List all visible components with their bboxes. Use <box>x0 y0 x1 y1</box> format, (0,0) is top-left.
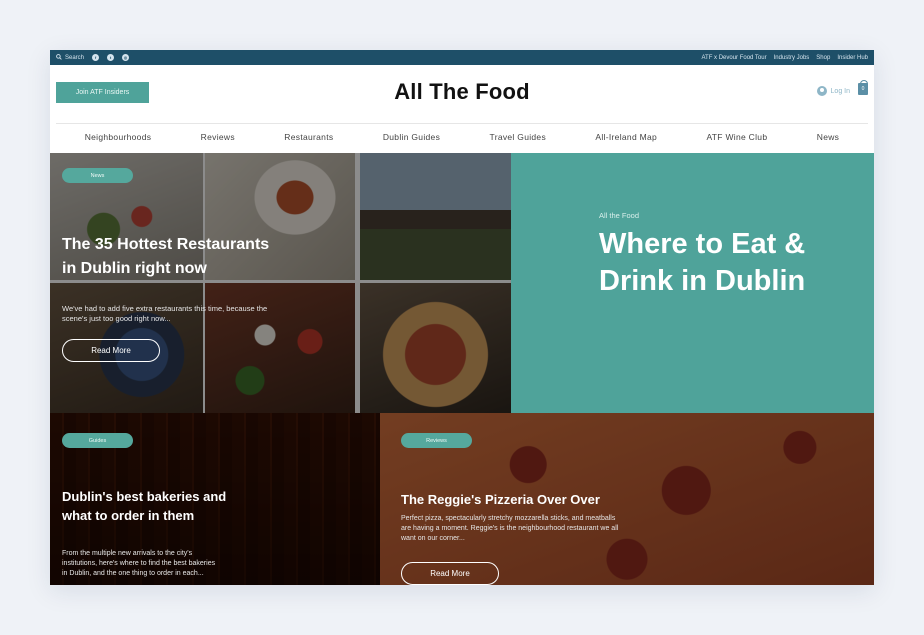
hero-image-mosaic[interactable] <box>50 153 511 413</box>
top-bar-links: ATF x Devour Food Tour Industry Jobs Sho… <box>701 55 868 61</box>
link-industry-jobs[interactable]: Industry Jobs <box>774 55 810 61</box>
link-shop[interactable]: Shop <box>816 55 830 61</box>
article-row: Guides Dublin's best bakeries and what t… <box>50 413 874 585</box>
hero-article-title[interactable]: The 35 Hottest Restaurants in Dublin rig… <box>62 233 277 281</box>
feature-panel[interactable]: All the Food Where to Eat & Drink in Dub… <box>511 153 874 413</box>
pizzeria-article-description: Perfect pizza, spectacularly stretchy mo… <box>401 515 619 542</box>
top-bar-left: Search f t ◎ <box>56 53 130 62</box>
hero-read-more-button[interactable]: Read More <box>62 339 160 362</box>
user-icon <box>816 86 827 96</box>
nav-all-ireland-map[interactable]: All-Ireland Map <box>595 132 657 142</box>
search-icon <box>56 53 62 62</box>
nav-reviews[interactable]: Reviews <box>201 132 235 142</box>
site-title[interactable]: All The Food <box>50 79 874 105</box>
site-header: Join ATF Insiders All The Food Log In 0 <box>50 65 874 121</box>
link-food-tour[interactable]: ATF x Devour Food Tour <box>701 55 766 61</box>
nav-news[interactable]: News <box>817 132 839 142</box>
panel-headline[interactable]: Where to Eat & Drink in Dublin <box>599 226 839 300</box>
search-label: Search <box>65 54 85 61</box>
main-nav: Neighbourhoods Reviews Restaurants Dubli… <box>50 121 874 153</box>
panel-eyebrow: All the Food <box>599 211 640 220</box>
top-bar: Search f t ◎ ATF x Devour Food Tour Indu… <box>50 50 874 65</box>
nav-neighbourhoods[interactable]: Neighbourhoods <box>85 132 152 142</box>
nav-wine-club[interactable]: ATF Wine Club <box>706 132 767 142</box>
cart-icon[interactable]: 0 <box>858 80 868 95</box>
browser-page: Search f t ◎ ATF x Devour Food Tour Indu… <box>50 50 874 585</box>
nav-restaurants[interactable]: Restaurants <box>284 132 333 142</box>
nav-travel-guides[interactable]: Travel Guides <box>490 132 547 142</box>
category-tag-reviews[interactable]: Reviews <box>401 433 472 448</box>
bakeries-article-title[interactable]: Dublin's best bakeries and what to order… <box>62 488 232 525</box>
category-tag-news[interactable]: News <box>62 168 133 183</box>
cart-count: 0 <box>861 86 865 92</box>
login-label: Log In <box>830 87 850 95</box>
category-tag-guides[interactable]: Guides <box>62 433 133 448</box>
instagram-icon[interactable]: ◎ <box>122 54 130 61</box>
facebook-icon[interactable]: f <box>92 54 100 61</box>
nav-dublin-guides[interactable]: Dublin Guides <box>383 132 440 142</box>
pizzeria-article-title[interactable]: The Reggie's Pizzeria Over Over <box>401 491 681 509</box>
search-link[interactable]: Search <box>56 53 85 62</box>
image-overlay <box>50 153 511 413</box>
login-button[interactable]: Log In <box>816 86 850 96</box>
hero-section: News The 35 Hottest Restaurants in Dubli… <box>50 153 874 413</box>
pizzeria-read-more-button[interactable]: Read More <box>401 562 499 585</box>
hero-article-description: We've had to add five extra restaurants … <box>62 304 268 323</box>
bakeries-article-description: From the multiple new arrivals to the ci… <box>62 550 216 577</box>
twitter-icon[interactable]: t <box>107 54 115 61</box>
link-insider-hub[interactable]: Insider Hub <box>837 55 868 61</box>
